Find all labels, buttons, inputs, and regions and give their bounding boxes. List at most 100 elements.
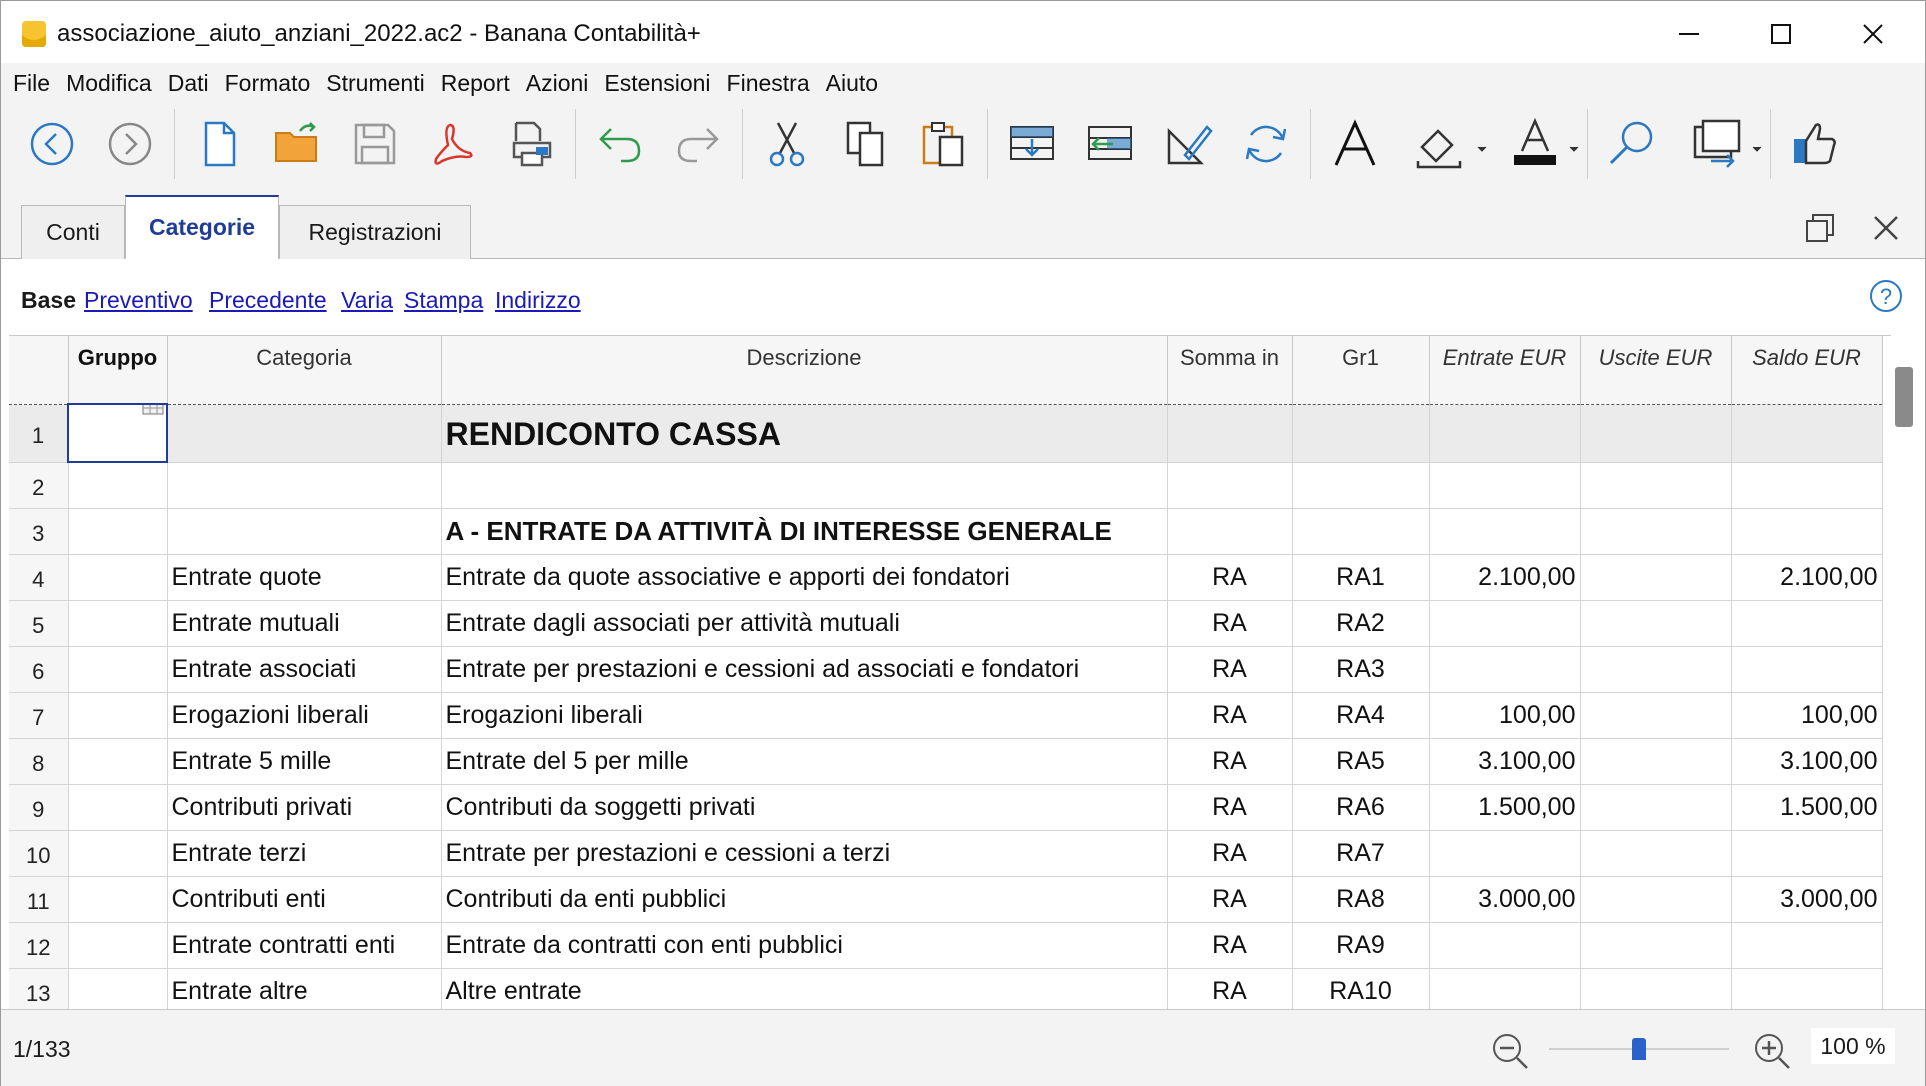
cell-saldo[interactable] [1731, 968, 1883, 1009]
row-number[interactable]: 1 [9, 404, 69, 463]
cell-somma[interactable]: RA [1167, 876, 1293, 923]
column-header-uscite[interactable]: Uscite EUR [1580, 336, 1732, 405]
extract-button[interactable] [1676, 110, 1762, 178]
cell-categoria[interactable]: Entrate contratti enti [167, 922, 442, 969]
cell-categoria[interactable]: Erogazioni liberali [167, 692, 442, 739]
zoom-percentage[interactable]: 100 % [1811, 1028, 1895, 1064]
cell-saldo[interactable] [1731, 830, 1883, 877]
cell-somma[interactable]: RA [1167, 830, 1293, 877]
cell-gr1[interactable] [1292, 508, 1430, 555]
cell-uscite[interactable] [1580, 830, 1732, 877]
column-header-somma-in[interactable]: Somma in [1167, 336, 1293, 405]
cell-somma[interactable]: RA [1167, 738, 1293, 785]
cell-gr1[interactable]: RA3 [1292, 646, 1430, 693]
cell-gruppo[interactable] [68, 554, 168, 601]
cell-gruppo[interactable] [68, 784, 168, 831]
text-color-button[interactable] [1493, 110, 1579, 178]
cell-entrate[interactable] [1429, 646, 1581, 693]
cell-saldo[interactable] [1731, 508, 1883, 555]
cell-entrate[interactable] [1429, 508, 1581, 555]
menu-dati[interactable]: Dati [160, 70, 217, 97]
close-tab-button[interactable] [1871, 213, 1901, 248]
cell-categoria[interactable]: Contributi enti [167, 876, 442, 923]
row-number[interactable]: 3 [9, 508, 69, 555]
view-indirizzo[interactable]: Indirizzo [495, 287, 581, 314]
cell-gr1[interactable]: RA5 [1292, 738, 1430, 785]
column-header-saldo[interactable]: Saldo EUR [1731, 336, 1883, 405]
cell-uscite[interactable] [1580, 784, 1732, 831]
cell-uscite[interactable] [1580, 738, 1732, 785]
view-precedente[interactable]: Precedente [209, 287, 327, 314]
open-file-button[interactable] [263, 110, 331, 178]
cell-gr1[interactable]: RA10 [1292, 968, 1430, 1009]
menu-estensioni[interactable]: Estensioni [596, 70, 718, 97]
cell-entrate[interactable]: 2.100,00 [1429, 554, 1581, 601]
print-preview-button[interactable] [497, 110, 565, 178]
back-button[interactable] [18, 110, 86, 178]
cell-descrizione[interactable]: Contributi da soggetti privati [441, 784, 1168, 831]
row-number[interactable]: 6 [9, 646, 69, 693]
view-varia[interactable]: Varia [341, 287, 393, 314]
tab-categorie[interactable]: Categorie [125, 195, 279, 259]
new-file-button[interactable] [185, 110, 253, 178]
undock-button[interactable] [1805, 213, 1835, 248]
font-button[interactable] [1321, 110, 1389, 178]
cell-descrizione[interactable]: Entrate per prestazioni e cessioni a ter… [441, 830, 1168, 877]
cell-gr1[interactable]: RA6 [1292, 784, 1430, 831]
cell-list-icon[interactable] [142, 404, 164, 415]
cell-gr1[interactable]: RA1 [1292, 554, 1430, 601]
cell-categoria[interactable]: Entrate mutuali [167, 600, 442, 647]
cell-uscite[interactable] [1580, 508, 1732, 555]
close-window-button[interactable] [1827, 1, 1919, 67]
maximize-button[interactable] [1735, 1, 1827, 67]
edit-cell-button[interactable] [1154, 110, 1222, 178]
undo-button[interactable] [586, 110, 654, 178]
cell-gruppo[interactable] [68, 830, 168, 877]
cell-gruppo[interactable] [68, 692, 168, 739]
column-header-entrate[interactable]: Entrate EUR [1429, 336, 1581, 405]
menu-azioni[interactable]: Azioni [518, 70, 597, 97]
cell-uscite[interactable] [1580, 404, 1732, 463]
cell-saldo[interactable]: 3.100,00 [1731, 738, 1883, 785]
forward-button[interactable] [96, 110, 164, 178]
column-header-gr1[interactable]: Gr1 [1292, 336, 1430, 405]
cell-entrate[interactable]: 1.500,00 [1429, 784, 1581, 831]
row-number[interactable]: 2 [9, 462, 69, 509]
cell-entrate[interactable] [1429, 600, 1581, 647]
row-number[interactable]: 5 [9, 600, 69, 647]
fill-color-button[interactable] [1399, 110, 1487, 178]
column-header-gruppo[interactable]: Gruppo [68, 336, 168, 405]
cell-entrate[interactable]: 100,00 [1429, 692, 1581, 739]
save-button[interactable] [341, 110, 409, 178]
cell-entrate[interactable]: 3.100,00 [1429, 738, 1581, 785]
menu-modifica[interactable]: Modifica [58, 70, 160, 97]
cell-saldo[interactable]: 3.000,00 [1731, 876, 1883, 923]
cell-saldo[interactable]: 100,00 [1731, 692, 1883, 739]
cell-categoria[interactable]: Entrate associati [167, 646, 442, 693]
column-header-categoria[interactable]: Categoria [167, 336, 442, 405]
cell-gruppo[interactable] [68, 646, 168, 693]
cell-categoria[interactable]: Contributi privati [167, 784, 442, 831]
tab-registrazioni[interactable]: Registrazioni [279, 205, 471, 259]
cell-descrizione[interactable]: Entrate dagli associati per attività mut… [441, 600, 1168, 647]
cell-somma[interactable] [1167, 508, 1293, 555]
cell-saldo[interactable] [1731, 922, 1883, 969]
cell-gruppo[interactable] [68, 600, 168, 647]
cell-uscite[interactable] [1580, 600, 1732, 647]
cell-entrate[interactable] [1429, 462, 1581, 509]
cell-categoria[interactable]: Entrate terzi [167, 830, 442, 877]
insert-rows-button[interactable] [998, 110, 1066, 178]
cell-gr1[interactable]: RA2 [1292, 600, 1430, 647]
cell-entrate[interactable] [1429, 922, 1581, 969]
menu-file[interactable]: File [5, 70, 58, 97]
cell-gr1[interactable]: RA4 [1292, 692, 1430, 739]
cell-categoria[interactable] [167, 404, 442, 463]
redo-button[interactable] [664, 110, 732, 178]
row-number[interactable]: 13 [9, 968, 69, 1009]
cell-uscite[interactable] [1580, 646, 1732, 693]
cell-uscite[interactable] [1580, 554, 1732, 601]
cell-entrate[interactable] [1429, 404, 1581, 463]
cell-uscite[interactable] [1580, 692, 1732, 739]
cell-uscite[interactable] [1580, 922, 1732, 969]
cell-gr1[interactable] [1292, 404, 1430, 463]
